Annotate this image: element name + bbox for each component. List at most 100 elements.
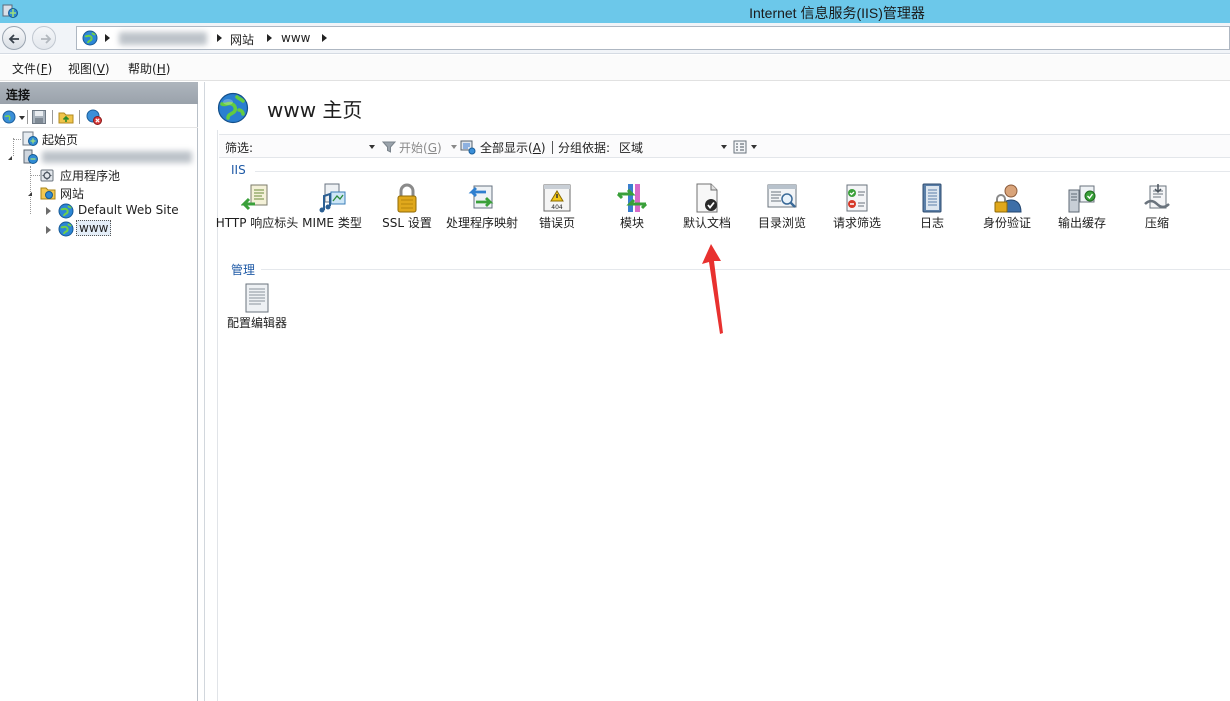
feature-configuration-editor[interactable]: 配置编辑器	[219, 282, 295, 354]
app-pool-icon	[40, 169, 54, 182]
group-by-select[interactable]: 区域	[619, 139, 643, 156]
globe-icon	[217, 92, 249, 124]
breadcrumb-www[interactable]: www	[281, 31, 310, 45]
feature-label: 处理程序映射	[445, 216, 518, 230]
sites-folder-icon	[40, 187, 56, 200]
view-mode-icon[interactable]	[733, 140, 747, 154]
globe-icon	[58, 203, 74, 219]
features-view: www 主页 筛选: 开始(G) 全部显示(A) 分组依据: 区域 IIS HT…	[204, 82, 1230, 701]
http-response-headers-icon	[241, 184, 268, 211]
breadcrumb-separator[interactable]	[217, 34, 222, 42]
feature-label: 模块	[619, 216, 644, 230]
menu-bar: 文件(F) 视图(V) 帮助(H)	[0, 55, 1230, 81]
connections-toolbar	[0, 104, 198, 128]
mime-types-icon	[319, 183, 346, 213]
forward-arrow-icon	[41, 34, 52, 44]
feature-mime-types[interactable]: MIME 类型	[294, 182, 370, 254]
filter-dropdown-arrow[interactable]	[369, 145, 375, 149]
breadcrumb-separator[interactable]	[267, 34, 272, 42]
page-title: www 主页	[267, 98, 363, 122]
feature-label: 压缩	[1144, 216, 1169, 230]
filter-bar: 筛选: 开始(G) 全部显示(A) 分组依据: 区域	[219, 134, 1230, 158]
view-mode-dropdown-arrow[interactable]	[751, 145, 757, 149]
forward-button[interactable]	[32, 26, 56, 50]
title-bar: Internet 信息服务(IIS)管理器	[0, 0, 1230, 23]
save-icon[interactable]	[31, 109, 47, 125]
breadcrumb-sites[interactable]: 网站	[230, 31, 254, 48]
group-by-dropdown-arrow[interactable]	[721, 145, 727, 149]
feature-label: 默认文档	[682, 216, 731, 230]
toolbar-separator	[79, 110, 80, 124]
back-arrow-icon	[8, 34, 19, 44]
toolbar-separator	[27, 110, 28, 124]
feature-label: 输出缓存	[1057, 216, 1106, 230]
tree-label-app-pools: 应用程序池	[60, 169, 121, 183]
show-all-button[interactable]: 全部显示(A)	[480, 139, 546, 156]
breadcrumb-separator[interactable]	[322, 34, 327, 42]
tree-expander-server[interactable]	[8, 156, 12, 160]
feature-label: 请求筛选	[832, 216, 881, 230]
globe-icon	[58, 221, 74, 237]
feature-error-pages[interactable]: 404 错误页	[519, 182, 595, 254]
redacted-server-name	[119, 32, 207, 45]
address-bar: 网站 www	[0, 23, 1230, 54]
feature-output-caching[interactable]: 输出缓存	[1044, 182, 1120, 254]
feature-handler-mappings[interactable]: 处理程序映射	[444, 182, 520, 254]
request-filtering-icon	[846, 184, 868, 212]
feature-label: 配置编辑器	[226, 316, 287, 330]
menu-help[interactable]: 帮助(H)	[128, 60, 170, 77]
tree-label-start-page: 起始页	[42, 133, 79, 147]
connections-header: 连接	[0, 82, 198, 104]
tree-line	[30, 166, 31, 214]
directory-browsing-icon	[767, 184, 797, 208]
menu-file[interactable]: 文件(F)	[12, 60, 52, 77]
modules-icon	[616, 184, 648, 212]
feature-authentication[interactable]: 身份验证	[969, 182, 1045, 254]
funnel-icon[interactable]	[382, 140, 396, 154]
tree-expander-www[interactable]	[46, 226, 51, 234]
handler-mappings-icon	[468, 185, 494, 209]
configuration-editor-icon	[245, 283, 269, 313]
tree-expander-default-site[interactable]	[46, 207, 51, 215]
up-level-icon[interactable]	[58, 109, 74, 125]
default-document-icon	[696, 183, 718, 213]
connect-dropdown[interactable]	[19, 116, 25, 120]
annotation-arrow-icon	[702, 244, 723, 334]
back-button[interactable]	[2, 26, 26, 50]
section-title-iis: IIS	[231, 163, 246, 177]
tree-line	[13, 139, 21, 140]
tree-line	[30, 175, 40, 176]
breadcrumb-separator[interactable]	[105, 34, 110, 42]
feature-http-response-headers[interactable]: HTTP 响应标头	[216, 182, 298, 254]
feature-modules[interactable]: 模块	[594, 182, 670, 254]
start-dropdown-arrow[interactable]	[451, 145, 457, 149]
start-filter-button[interactable]: 开始(G)	[399, 139, 442, 156]
show-all-icon[interactable]	[460, 139, 476, 155]
authentication-icon	[994, 184, 1022, 213]
menu-view[interactable]: 视图(V)	[68, 60, 110, 77]
output-caching-icon	[1068, 185, 1096, 213]
section-title-management: 管理	[231, 263, 256, 277]
window-title: Internet 信息服务(IIS)管理器	[749, 5, 925, 21]
feature-logging[interactable]: 日志	[894, 182, 970, 254]
feature-label: 目录浏览	[757, 216, 806, 230]
feature-label: 身份验证	[982, 216, 1031, 230]
disconnect-icon[interactable]	[86, 109, 102, 125]
connect-globe-icon[interactable]	[2, 109, 18, 125]
feature-label: 日志	[919, 216, 944, 230]
group-by-label: 分组依据:	[558, 141, 611, 155]
connections-pane: 连接 起始页 应用程序池 网站 Default Web Site www	[0, 82, 198, 701]
feature-ssl-settings[interactable]: SSL 设置	[369, 182, 445, 254]
tree-label-default-web-site: Default Web Site	[78, 203, 179, 217]
feature-request-filtering[interactable]: 请求筛选	[819, 182, 895, 254]
feature-compression[interactable]: 压缩	[1119, 182, 1195, 254]
redacted-server-label	[42, 151, 192, 163]
section-divider	[255, 171, 1230, 172]
feature-label: HTTP 响应标头	[215, 216, 299, 230]
tree-expander-sites[interactable]	[28, 192, 32, 196]
tree-label-sites: 网站	[60, 187, 85, 201]
filter-input[interactable]	[259, 137, 379, 155]
feature-directory-browsing[interactable]: 目录浏览	[744, 182, 820, 254]
filter-label: 筛选:	[225, 141, 254, 155]
address-field[interactable]: 网站 www	[76, 26, 1230, 50]
